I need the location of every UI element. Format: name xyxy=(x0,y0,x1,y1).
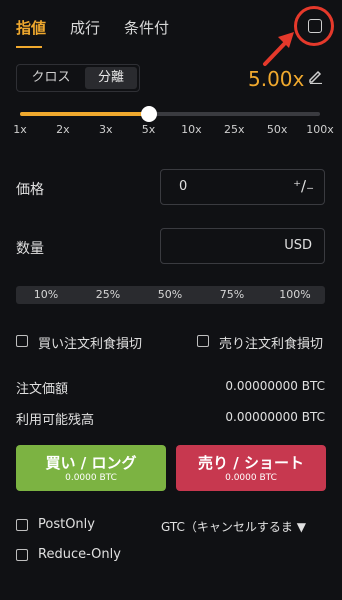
percent-25[interactable]: 25% xyxy=(96,288,120,301)
sell-short-label: 売り / ショート xyxy=(198,454,304,472)
slider-tick-50x: 50x xyxy=(266,123,288,136)
sell-tp-sl-checkbox[interactable] xyxy=(197,335,209,347)
buy-tp-sl-checkbox[interactable] xyxy=(16,335,28,347)
available-balance: 0.00000000 BTC xyxy=(225,410,325,424)
slider-tick-2x: 2x xyxy=(56,123,70,136)
pencil-icon[interactable] xyxy=(308,68,324,84)
percent-10[interactable]: 10% xyxy=(34,288,58,301)
slider-fill xyxy=(20,112,149,116)
slider-handle[interactable] xyxy=(140,106,157,122)
price-value: 0 xyxy=(179,179,188,194)
percent-75[interactable]: 75% xyxy=(220,288,244,301)
order-value: 0.00000000 BTC xyxy=(225,379,325,393)
sell-tp-sl-label: 売り注文利食損切 xyxy=(219,337,324,352)
slider-tick-25x: 25x xyxy=(224,123,245,136)
price-input[interactable]: 0 ⁺∕₋ xyxy=(160,169,325,205)
sell-amount: 0.0000 BTC xyxy=(225,473,277,483)
annotation-circle xyxy=(294,6,334,46)
quantity-unit: USD xyxy=(284,238,312,253)
reduce-only-label: Reduce-Only xyxy=(38,547,121,562)
leverage-value[interactable]: 5.00x xyxy=(248,67,304,91)
buy-amount: 0.0000 BTC xyxy=(65,473,117,483)
slider-tick-10x: 10x xyxy=(181,123,202,136)
reduce-only-checkbox[interactable] xyxy=(16,549,28,561)
active-tab-indicator xyxy=(16,46,42,48)
tab-conditional[interactable]: 条件付 xyxy=(124,17,169,38)
buy-long-label: 買い / ロング xyxy=(45,454,137,472)
percentage-selector: 10% 25% 50% 75% 100% xyxy=(16,286,325,304)
slider-tick-100x: 100x xyxy=(306,123,334,136)
plus-minus-icon[interactable]: ⁺∕₋ xyxy=(293,177,314,195)
percent-50[interactable]: 50% xyxy=(158,288,182,301)
order-value-label: 注文価額 xyxy=(16,382,69,397)
post-only-checkbox[interactable] xyxy=(16,519,28,531)
leverage-slider[interactable] xyxy=(20,106,320,122)
tab-limit[interactable]: 指値 xyxy=(16,17,46,38)
price-label: 価格 xyxy=(16,182,44,198)
buy-tp-sl-label: 買い注文利食損切 xyxy=(38,337,143,352)
quantity-label: 数量 xyxy=(16,241,44,257)
sell-short-button[interactable]: 売り / ショート 0.0000 BTC xyxy=(176,445,326,491)
cross-margin-option[interactable]: クロス xyxy=(19,67,83,89)
buy-long-button[interactable]: 買い / ロング 0.0000 BTC xyxy=(16,445,166,491)
percent-100[interactable]: 100% xyxy=(279,288,310,301)
slider-tick-5x: 5x xyxy=(141,123,156,136)
slider-tick-1x: 1x xyxy=(13,123,27,136)
post-only-label: PostOnly xyxy=(38,517,95,532)
available-balance-label: 利用可能残高 xyxy=(16,413,95,428)
tab-market[interactable]: 成行 xyxy=(70,17,100,38)
margin-mode-toggle: クロス 分離 xyxy=(16,64,140,92)
quantity-input[interactable]: USD xyxy=(160,228,325,264)
slider-tick-3x: 3x xyxy=(98,123,113,136)
time-in-force-dropdown[interactable]: GTC（キャンセルするま ▼ xyxy=(161,518,306,535)
annotation-arrow xyxy=(263,32,294,66)
isolated-margin-option[interactable]: 分離 xyxy=(85,67,137,89)
